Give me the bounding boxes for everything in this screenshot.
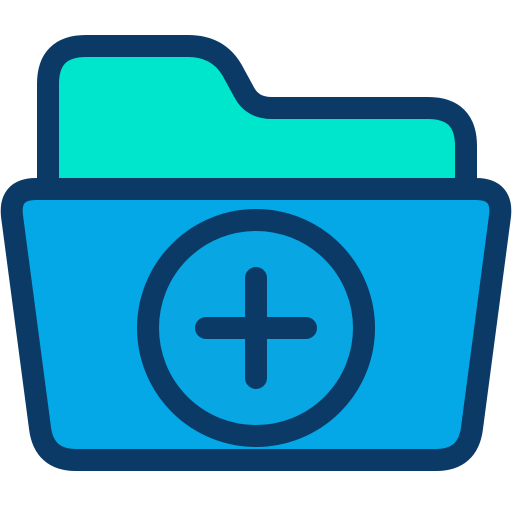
add-folder-icon[interactable] bbox=[0, 0, 512, 512]
folder-back-panel bbox=[37, 35, 477, 207]
icon-canvas bbox=[0, 0, 512, 512]
